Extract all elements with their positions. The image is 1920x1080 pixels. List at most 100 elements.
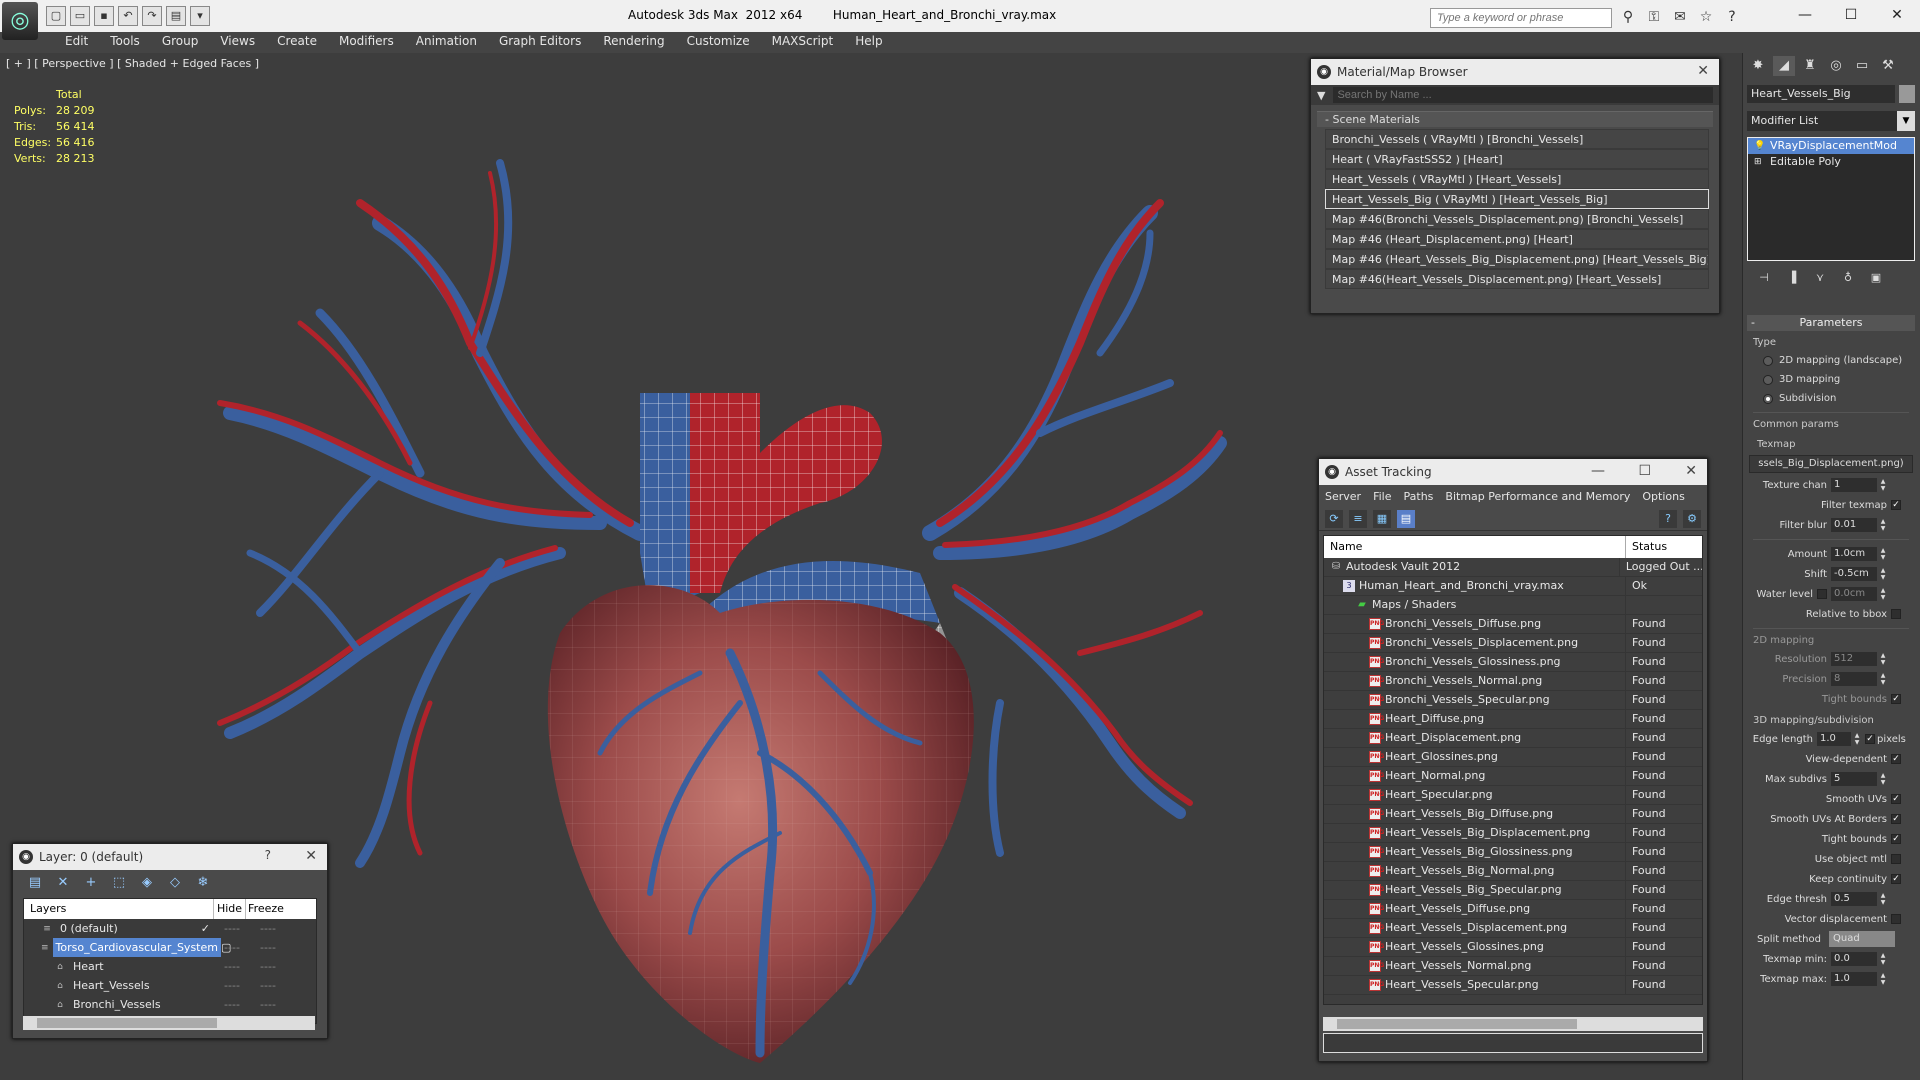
spinner-arrows-icon[interactable]: ▲ ▼ bbox=[1879, 567, 1887, 581]
menu-server[interactable]: Server bbox=[1325, 490, 1361, 503]
filter-blur-spinner[interactable]: 0.01 bbox=[1831, 518, 1877, 532]
texmap-button[interactable]: ssels_Big_Displacement.png) bbox=[1749, 455, 1913, 473]
stack-item-vray-displacement[interactable]: 💡 VRayDisplacementMod bbox=[1748, 138, 1914, 154]
spinner-arrows-icon[interactable]: ▲ ▼ bbox=[1879, 972, 1887, 986]
spinner-arrows-icon[interactable]: ▲ ▼ bbox=[1853, 732, 1861, 746]
asset-row[interactable]: PNG Heart_Normal.png Found bbox=[1324, 767, 1702, 786]
radio-button[interactable] bbox=[1763, 355, 1773, 366]
motion-tab-icon[interactable]: ◎ bbox=[1825, 56, 1847, 76]
display-tab-icon[interactable]: ▭ bbox=[1851, 56, 1873, 76]
material-item-selected[interactable]: Heart_Vessels_Big ( VRayMtl ) [Heart_Ves… bbox=[1325, 189, 1709, 209]
help-icon[interactable]: ? bbox=[1722, 7, 1742, 27]
max-subdivs-spinner[interactable]: 5 bbox=[1831, 772, 1877, 786]
create-tab-icon[interactable]: ✸ bbox=[1747, 56, 1769, 76]
radio-button[interactable] bbox=[1763, 374, 1773, 385]
remove-modifier-icon[interactable]: ♁ bbox=[1839, 269, 1857, 287]
spinner-arrows-icon[interactable]: ▲ ▼ bbox=[1879, 952, 1887, 966]
asset-row[interactable]: ▰ Maps / Shaders bbox=[1324, 596, 1702, 615]
water-level-checkbox[interactable] bbox=[1817, 589, 1827, 599]
make-unique-icon[interactable]: ⋎ bbox=[1811, 269, 1829, 287]
modifier-list-dropdown[interactable]: Modifier List ▼ bbox=[1747, 111, 1915, 131]
active-layer-check-icon[interactable]: ✓ bbox=[201, 919, 210, 938]
spinner-arrows-icon[interactable]: ▲ ▼ bbox=[1879, 518, 1887, 532]
undo-icon[interactable]: ↶ bbox=[118, 6, 138, 26]
menu-create[interactable]: Create bbox=[266, 32, 328, 52]
asset-horizontal-scrollbar[interactable] bbox=[1323, 1017, 1703, 1031]
chevron-down-icon[interactable]: ▼ bbox=[1897, 111, 1915, 131]
edge-thresh-spinner[interactable]: 0.5 bbox=[1831, 892, 1877, 906]
close-icon[interactable]: ✕ bbox=[305, 848, 317, 864]
show-end-result-icon[interactable]: ▐ bbox=[1783, 269, 1801, 287]
material-item[interactable]: Map #46 (Heart_Displacement.png) [Heart] bbox=[1325, 229, 1709, 249]
layer-window-title-bar[interactable]: ◉ Layer: 0 (default) ? ✕ bbox=[13, 844, 327, 870]
settings-icon[interactable]: ⚙ bbox=[1683, 509, 1701, 528]
layer-name[interactable]: Bronchi_Vessels bbox=[70, 995, 164, 1014]
texmap-min-spinner[interactable]: 0.0 bbox=[1831, 952, 1877, 966]
asset-row[interactable]: PNG Bronchi_Vessels_Displacement.png Found bbox=[1324, 634, 1702, 653]
maximize-icon[interactable]: ☐ bbox=[1828, 0, 1874, 30]
column-name[interactable]: Name bbox=[1324, 536, 1626, 558]
redo-icon[interactable]: ↷ bbox=[142, 6, 162, 26]
asset-row[interactable]: PNG Heart_Vessels_Displacement.png Found bbox=[1324, 919, 1702, 938]
layer-name[interactable]: Torso_Cardiovascular_System bbox=[52, 938, 221, 957]
edge-length-spinner[interactable]: 1.0 bbox=[1817, 732, 1851, 746]
shift-spinner[interactable]: -0.5cm bbox=[1831, 567, 1877, 581]
asset-row[interactable]: PNG Bronchi_Vessels_Glossiness.png Found bbox=[1324, 653, 1702, 672]
asset-row[interactable]: PNG Heart_Glossines.png Found bbox=[1324, 748, 1702, 767]
radio-2d-mapping[interactable]: 2D mapping (landscape) bbox=[1747, 351, 1915, 370]
layer-hide-toggle[interactable]: ---- bbox=[214, 995, 250, 1014]
texmap-max-spinner[interactable]: 1.0 bbox=[1831, 972, 1877, 986]
stack-item-editable-poly[interactable]: ⊞ Editable Poly bbox=[1748, 154, 1914, 170]
asset-row[interactable]: PNG Heart_Displacement.png Found bbox=[1324, 729, 1702, 748]
layer-hide-toggle[interactable]: ---- bbox=[214, 919, 250, 938]
asset-tracking-title-bar[interactable]: ◉ Asset Tracking — ☐ ✕ bbox=[1319, 459, 1707, 485]
spinner-arrows-icon[interactable]: ▲ ▼ bbox=[1879, 672, 1887, 686]
material-browser-title-bar[interactable]: ◉ Material/Map Browser ✕ bbox=[1311, 59, 1719, 85]
view-dependent-checkbox[interactable]: ✓ bbox=[1891, 754, 1901, 764]
vector-displacement-checkbox[interactable] bbox=[1891, 914, 1901, 924]
minimize-icon[interactable]: — bbox=[1782, 0, 1828, 30]
layer-freeze-toggle[interactable]: ---- bbox=[250, 957, 286, 976]
spinner-arrows-icon[interactable]: ▲ ▼ bbox=[1879, 547, 1887, 561]
asset-row[interactable]: PNG Heart_Vessels_Big_Glossiness.png Found bbox=[1324, 843, 1702, 862]
binoculars-icon[interactable]: ⚲ bbox=[1618, 7, 1638, 27]
asset-row[interactable]: PNG Heart_Diffuse.png Found bbox=[1324, 710, 1702, 729]
asset-row[interactable]: PNG Heart_Vessels_Big_Diffuse.png Found bbox=[1324, 805, 1702, 824]
material-item[interactable]: Map #46(Bronchi_Vessels_Displacement.png… bbox=[1325, 209, 1709, 229]
open-file-icon[interactable]: ▭ bbox=[70, 6, 90, 26]
menu-tools[interactable]: Tools bbox=[99, 32, 151, 52]
asset-row[interactable]: PNG Bronchi_Vessels_Normal.png Found bbox=[1324, 672, 1702, 691]
layer-row[interactable]: ⌂ Heart_Vessels ---- ---- bbox=[24, 976, 316, 995]
resolution-spinner[interactable]: 512 bbox=[1831, 652, 1877, 666]
create-layer-icon[interactable]: ▤ bbox=[25, 873, 45, 893]
asset-row[interactable]: PNG Heart_Vessels_Specular.png Found bbox=[1324, 976, 1702, 995]
material-item[interactable]: Bronchi_Vessels ( VRayMtl ) [Bronchi_Ves… bbox=[1325, 129, 1709, 149]
modify-tab-icon[interactable]: ◢ bbox=[1773, 56, 1795, 76]
close-icon[interactable]: ✕ bbox=[1697, 63, 1709, 79]
layer-row[interactable]: ⌂ Bronchi_Vessels ---- ---- bbox=[24, 995, 316, 1014]
chevron-down-icon[interactable]: ▾ bbox=[190, 6, 210, 26]
select-objects-icon[interactable]: ⬚ bbox=[109, 873, 129, 893]
menu-views[interactable]: Views bbox=[209, 32, 266, 52]
menu-customize[interactable]: Customize bbox=[676, 32, 761, 52]
asset-row[interactable]: PNG Heart_Vessels_Glossines.png Found bbox=[1324, 938, 1702, 957]
configure-modifier-sets-icon[interactable]: ▣ bbox=[1867, 269, 1885, 287]
menu-bitmap-performance[interactable]: Bitmap Performance and Memory bbox=[1445, 490, 1630, 503]
radio-subdivision[interactable]: Subdivision bbox=[1747, 389, 1915, 408]
column-status[interactable]: Status bbox=[1626, 536, 1667, 558]
amount-spinner[interactable]: 1.0cm bbox=[1831, 547, 1877, 561]
menu-maxscript[interactable]: MAXScript bbox=[761, 32, 845, 52]
list-view-icon[interactable]: ≡ bbox=[1349, 509, 1367, 528]
menu-animation[interactable]: Animation bbox=[405, 32, 488, 52]
subscription-icon[interactable]: ⚿ bbox=[1644, 7, 1664, 27]
menu-group[interactable]: Group bbox=[151, 32, 210, 52]
chevron-down-icon[interactable]: ▼ bbox=[1317, 89, 1325, 102]
smooth-uvs-borders-checkbox[interactable]: ✓ bbox=[1891, 814, 1901, 824]
new-file-icon[interactable]: ▢ bbox=[46, 6, 66, 26]
lightbulb-icon[interactable]: 💡 bbox=[1754, 140, 1765, 152]
asset-row[interactable]: PNG Heart_Vessels_Big_Normal.png Found bbox=[1324, 862, 1702, 881]
column-freeze[interactable]: Freeze bbox=[246, 899, 286, 919]
layer-freeze-toggle[interactable]: ---- bbox=[250, 919, 286, 938]
spinner-arrows-icon[interactable]: ▲ ▼ bbox=[1879, 892, 1887, 906]
menu-help[interactable]: Help bbox=[844, 32, 893, 52]
